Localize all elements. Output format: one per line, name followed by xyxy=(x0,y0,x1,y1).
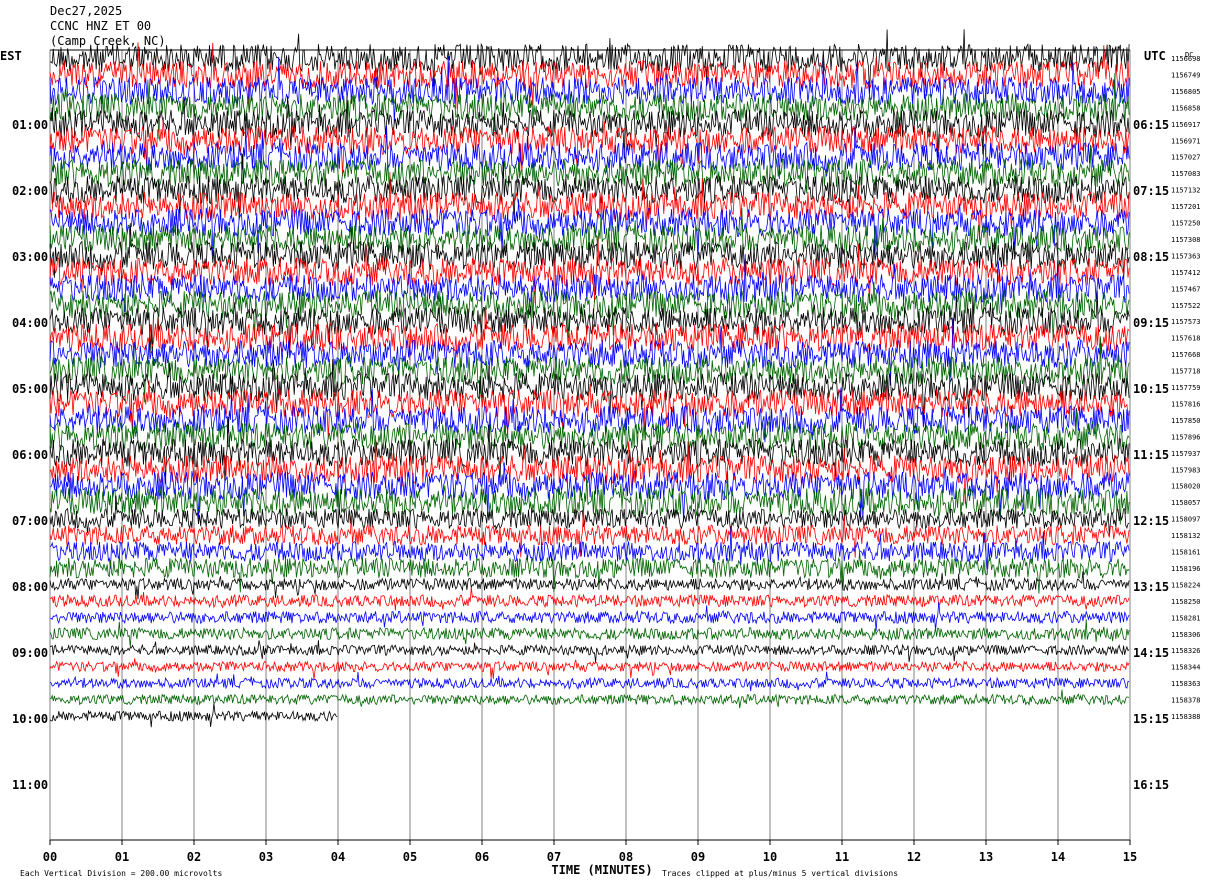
left-hour-label: 02:00 xyxy=(12,184,48,198)
dc-offset-value: 1158161 xyxy=(1171,549,1201,557)
minute-tick-label: 02 xyxy=(187,850,201,864)
left-hour-label: 08:00 xyxy=(12,580,48,594)
scale-note: Each Vertical Division = 200.00 microvol… xyxy=(20,869,222,878)
right-hour-label: 16:15 xyxy=(1133,778,1169,792)
minute-tick-label: 09 xyxy=(691,850,705,864)
dc-offset-value: 1157759 xyxy=(1171,384,1201,392)
dc-offset-value: 1156971 xyxy=(1171,137,1201,145)
dc-offset-value: 1157308 xyxy=(1171,236,1201,244)
right-hour-label: 14:15 xyxy=(1133,646,1169,660)
dc-offset-value: 1157983 xyxy=(1171,466,1201,474)
dc-offset-value: 1158224 xyxy=(1171,581,1201,589)
dc-offset-value: 1158097 xyxy=(1171,516,1201,524)
minute-tick-label: 00 xyxy=(43,850,57,864)
left-timezone-label: EST xyxy=(0,49,22,63)
right-hour-label: 09:15 xyxy=(1133,316,1169,330)
left-hour-label: 01:00 xyxy=(12,118,48,132)
left-hour-label: 04:00 xyxy=(12,316,48,330)
dc-offset-value: 1157896 xyxy=(1171,433,1201,441)
left-hour-label: 10:00 xyxy=(12,712,48,726)
dc-offset-value: 1157467 xyxy=(1171,285,1201,293)
dc-offset-value: 1156858 xyxy=(1171,104,1201,112)
dc-offset-value: 1158326 xyxy=(1171,647,1201,655)
dc-offset-value: 1156698 xyxy=(1171,55,1201,63)
dc-offset-value: 1157083 xyxy=(1171,170,1201,178)
minute-tick-label: 11 xyxy=(835,850,849,864)
header-location: (Camp Creek, NC) xyxy=(50,34,166,48)
dc-offset-value: 1158388 xyxy=(1171,713,1201,721)
x-axis-label: TIME (MINUTES) xyxy=(551,863,652,877)
right-hour-label: 11:15 xyxy=(1133,448,1169,462)
right-hour-label: 07:15 xyxy=(1133,184,1169,198)
dc-offset-value: 1157668 xyxy=(1171,351,1201,359)
right-hour-label: 13:15 xyxy=(1133,580,1169,594)
dc-offset-value: 1158132 xyxy=(1171,532,1201,540)
left-hour-label: 11:00 xyxy=(12,778,48,792)
right-hour-label: 08:15 xyxy=(1133,250,1169,264)
right-hour-label: 06:15 xyxy=(1133,118,1169,132)
minute-tick-label: 12 xyxy=(907,850,921,864)
right-hour-label: 12:15 xyxy=(1133,514,1169,528)
dc-offset-value: 1156805 xyxy=(1171,88,1201,96)
right-hour-label: 15:15 xyxy=(1133,712,1169,726)
clip-note: Traces clipped at plus/minus 5 vertical … xyxy=(662,869,898,878)
right-hour-label: 10:15 xyxy=(1133,382,1169,396)
dc-offset-value: 1157250 xyxy=(1171,220,1201,228)
minute-tick-label: 04 xyxy=(331,850,345,864)
minute-tick-label: 01 xyxy=(115,850,129,864)
dc-offset-value: 1156917 xyxy=(1171,121,1201,129)
dc-offset-value: 1158281 xyxy=(1171,614,1201,622)
dc-offset-value: 1158306 xyxy=(1171,631,1201,639)
header-date: Dec27,2025 xyxy=(50,4,122,18)
dc-offset-value: 1158363 xyxy=(1171,680,1201,688)
left-hour-label: 05:00 xyxy=(12,382,48,396)
dc-offset-value: 1156749 xyxy=(1171,71,1201,79)
minute-tick-label: 14 xyxy=(1051,850,1065,864)
minute-tick-label: 10 xyxy=(763,850,777,864)
dc-offset-value: 1157201 xyxy=(1171,203,1201,211)
dc-offset-value: 1157132 xyxy=(1171,187,1201,195)
minute-tick-label: 03 xyxy=(259,850,273,864)
left-hour-label: 03:00 xyxy=(12,250,48,264)
dc-offset-value: 1158057 xyxy=(1171,499,1201,507)
minute-tick-label: 06 xyxy=(475,850,489,864)
left-hour-label: 07:00 xyxy=(12,514,48,528)
dc-offset-value: 1157363 xyxy=(1171,252,1201,260)
right-timezone-label: UTC xyxy=(1144,49,1166,63)
dc-offset-value: 1157850 xyxy=(1171,417,1201,425)
dc-offset-value: 1157618 xyxy=(1171,335,1201,343)
helicorder-plot: Dec27,2025 CCNC HNZ ET 00 (Camp Creek, N… xyxy=(0,0,1210,886)
dc-offset-value: 1158196 xyxy=(1171,565,1201,573)
dc-offset-labels: 1156698 1156749 1156805 1156858 1156917 11569… xyxy=(1171,55,1201,721)
minute-tick-label: 15 xyxy=(1123,850,1137,864)
minute-tick-label: 08 xyxy=(619,850,633,864)
dc-offset-value: 1157937 xyxy=(1171,450,1201,458)
left-hour-label: 06:00 xyxy=(12,448,48,462)
left-hour-label: 09:00 xyxy=(12,646,48,660)
minute-tick-label: 05 xyxy=(403,850,417,864)
dc-offset-value: 1158378 xyxy=(1171,697,1201,705)
dc-offset-value: 1158250 xyxy=(1171,598,1201,606)
header-station: CCNC HNZ ET 00 xyxy=(50,19,151,33)
dc-offset-value: 1157816 xyxy=(1171,400,1201,408)
dc-offset-value: 1157412 xyxy=(1171,269,1201,277)
dc-offset-value: 1158020 xyxy=(1171,483,1201,491)
minute-tick-label: 07 xyxy=(547,850,561,864)
dc-offset-value: 1158344 xyxy=(1171,664,1201,672)
dc-offset-value: 1157027 xyxy=(1171,154,1201,162)
dc-offset-value: 1157573 xyxy=(1171,318,1201,326)
dc-offset-value: 1157522 xyxy=(1171,302,1201,310)
minute-tick-label: 13 xyxy=(979,850,993,864)
dc-offset-value: 1157718 xyxy=(1171,368,1201,376)
